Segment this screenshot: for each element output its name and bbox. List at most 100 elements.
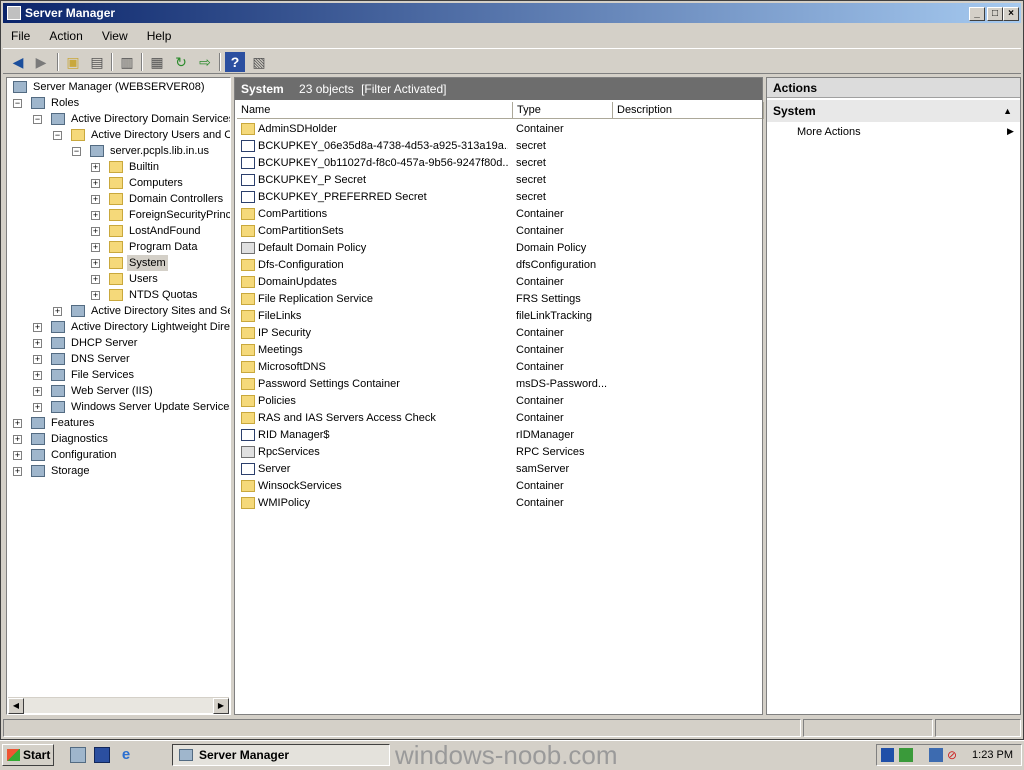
help-icon[interactable]: ? xyxy=(225,52,245,72)
list-item[interactable]: WinsockServices Container xyxy=(237,478,762,495)
list-item[interactable]: Policies Container xyxy=(237,393,762,410)
scroll-right-icon[interactable]: ▶ xyxy=(213,698,229,714)
list-item[interactable]: File Replication Service FRS Settings xyxy=(237,291,762,308)
expand-icon[interactable]: + xyxy=(91,291,100,300)
expand-icon[interactable]: + xyxy=(33,387,42,396)
show-hide-tree-icon[interactable]: ▤ xyxy=(87,52,107,72)
tree-node-ad-lds[interactable]: + Active Directory Lightweight Direc xyxy=(7,319,230,335)
list-item[interactable]: BCKUPKEY_0b11027d-f8c0-457a-9b56-9247f80… xyxy=(237,155,762,172)
expand-icon[interactable]: + xyxy=(91,259,100,268)
tree-node-ad-ds[interactable]: − Active Directory Domain Services xyxy=(7,111,230,127)
minimize-button[interactable]: _ xyxy=(969,7,985,21)
internet-explorer-icon[interactable]: e xyxy=(118,747,134,763)
column-name[interactable]: Name xyxy=(237,102,513,119)
menu-view[interactable]: View xyxy=(94,26,136,46)
list-item[interactable]: Default Domain Policy Domain Policy xyxy=(237,240,762,257)
column-description[interactable]: Description xyxy=(613,102,764,119)
actions-section-system[interactable]: System ▲ xyxy=(767,100,1020,122)
tree-node-users[interactable]: + Users xyxy=(7,271,227,287)
expand-icon[interactable]: + xyxy=(91,227,100,236)
tree-node-roles[interactable]: − Roles xyxy=(7,95,227,111)
expand-icon[interactable]: + xyxy=(33,323,42,332)
computer-status-icon[interactable] xyxy=(929,748,943,762)
tree-node-domain-controllers[interactable]: + Domain Controllers xyxy=(7,191,227,207)
export-list-icon[interactable]: ⇨ xyxy=(195,52,215,72)
column-type[interactable]: Type xyxy=(513,102,613,119)
expand-icon[interactable]: + xyxy=(91,211,100,220)
expand-icon[interactable]: + xyxy=(13,467,22,476)
expand-icon[interactable]: + xyxy=(13,419,22,428)
up-folder-icon[interactable]: ▣ xyxy=(63,52,83,72)
tree-node-computers[interactable]: + Computers xyxy=(7,175,227,191)
forward-arrow-icon[interactable]: ▶ xyxy=(31,52,51,72)
list-item[interactable]: RID Manager$ rIDManager xyxy=(237,427,762,444)
close-button[interactable]: × xyxy=(1003,7,1019,21)
tree-node-program-data[interactable]: + Program Data xyxy=(7,239,227,255)
network-icon[interactable] xyxy=(899,748,913,762)
scroll-left-icon[interactable]: ◀ xyxy=(8,698,24,714)
expand-icon[interactable]: + xyxy=(33,339,42,348)
list-item[interactable]: RpcServices RPC Services xyxy=(237,444,762,461)
menu-file[interactable]: File xyxy=(3,26,38,46)
list-item[interactable]: WMIPolicy Container xyxy=(237,495,762,512)
server-manager-quicklaunch-icon[interactable] xyxy=(70,747,86,763)
list-item[interactable]: ComPartitionSets Container xyxy=(237,223,762,240)
expand-icon[interactable]: + xyxy=(13,451,22,460)
tree-node-dhcp-server[interactable]: + DHCP Server xyxy=(7,335,227,351)
expand-icon[interactable]: + xyxy=(91,179,100,188)
refresh-icon[interactable]: ↻ xyxy=(171,52,191,72)
more-actions-item[interactable]: More Actions xyxy=(797,126,861,138)
collapse-arrow-icon[interactable]: ▲ xyxy=(1003,100,1012,122)
list-item[interactable]: Meetings Container xyxy=(237,342,762,359)
tree-node-foreign-security-principals[interactable]: + ForeignSecurityPrincip xyxy=(7,207,230,223)
list-item[interactable]: MicrosoftDNS Container xyxy=(237,359,762,376)
list-item[interactable]: Dfs-Configuration dfsConfiguration xyxy=(237,257,762,274)
tree-node-web-server[interactable]: + Web Server (IIS) xyxy=(7,383,227,399)
tree-node-ad-users-computers[interactable]: − Active Directory Users and Co xyxy=(7,127,230,143)
tree-node-wsus[interactable]: + Windows Server Update Services xyxy=(7,399,230,415)
shield-icon[interactable] xyxy=(881,748,894,762)
expand-icon[interactable]: + xyxy=(91,243,100,252)
list-item[interactable]: BCKUPKEY_PREFERRED Secret secret xyxy=(237,189,762,206)
title-bar[interactable]: Server Manager _ □ × xyxy=(3,3,1021,23)
collapse-icon[interactable]: − xyxy=(53,131,62,140)
tree-node-configuration[interactable]: + Configuration xyxy=(7,447,227,463)
taskbar-item-server-manager[interactable]: Server Manager xyxy=(172,744,390,766)
tree-node-file-services[interactable]: + File Services xyxy=(7,367,227,383)
list-item[interactable]: DomainUpdates Container xyxy=(237,274,762,291)
list-item[interactable]: Server samServer xyxy=(237,461,762,478)
collapse-icon[interactable]: − xyxy=(13,99,22,108)
maximize-button[interactable]: □ xyxy=(987,7,1003,21)
list-item[interactable]: RAS and IAS Servers Access Check Containe… xyxy=(237,410,762,427)
expand-icon[interactable]: + xyxy=(91,275,100,284)
expand-icon[interactable]: + xyxy=(33,403,42,412)
clipboard-icon[interactable]: ▥ xyxy=(117,52,137,72)
tree-node-lost-and-found[interactable]: + LostAndFound xyxy=(7,223,227,239)
show-desktop-icon[interactable] xyxy=(94,747,110,763)
show-action-pane-icon[interactable]: ▧ xyxy=(249,52,269,72)
list-item[interactable]: FileLinks fileLinkTracking xyxy=(237,308,762,325)
tree-node-storage[interactable]: + Storage xyxy=(7,463,227,479)
tree-node-system[interactable]: + System xyxy=(7,255,227,271)
list-item[interactable]: Password Settings Container msDS-Password… xyxy=(237,376,762,393)
menu-help[interactable]: Help xyxy=(139,26,180,46)
expand-icon[interactable]: + xyxy=(33,371,42,380)
start-button[interactable]: Start xyxy=(2,744,54,766)
tree-node-diagnostics[interactable]: + Diagnostics xyxy=(7,431,227,447)
tree-node-dns-server[interactable]: + DNS Server xyxy=(7,351,227,367)
back-arrow-icon[interactable]: ◀ xyxy=(8,52,28,72)
tree-horizontal-scrollbar[interactable]: ◀ ▶ xyxy=(8,697,229,714)
expand-icon[interactable]: + xyxy=(91,195,100,204)
list-item[interactable]: BCKUPKEY_P Secret secret xyxy=(237,172,762,189)
clock[interactable]: 1:23 PM xyxy=(972,745,1013,765)
expand-icon[interactable]: + xyxy=(91,163,100,172)
collapse-icon[interactable]: − xyxy=(72,147,81,156)
expand-icon[interactable]: + xyxy=(33,355,42,364)
tree-node-ad-sites-services[interactable]: + Active Directory Sites and Ser xyxy=(7,303,230,319)
menu-action[interactable]: Action xyxy=(41,26,90,46)
properties-icon[interactable]: ▦ xyxy=(147,52,167,72)
list-item[interactable]: AdminSDHolder Container xyxy=(237,121,762,138)
expand-icon[interactable]: + xyxy=(53,307,62,316)
tree-node-builtin[interactable]: + Builtin xyxy=(7,159,227,175)
collapse-icon[interactable]: − xyxy=(33,115,42,124)
